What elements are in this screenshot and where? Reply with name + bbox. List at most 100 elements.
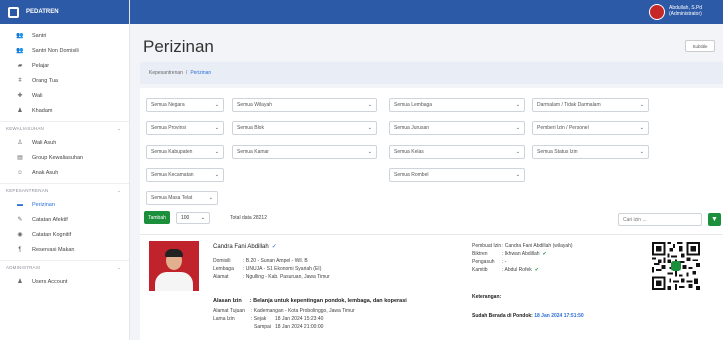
perizinan-card[interactable]: Candra Fani Abdillah ✓ Domisili: B.20 - S… [140, 234, 723, 340]
sidebar-item-pelajar[interactable]: ▰ Pelajar [0, 58, 129, 73]
filter-icon[interactable]: ▼ [708, 213, 721, 226]
sidebar-item-group-kewaliasuhan[interactable]: ▤ Group Kewaliasuhan [0, 150, 129, 165]
filter-rombel-select[interactable]: Semua Rombel ⌄ [389, 168, 525, 182]
breadcrumb-separator: / [185, 70, 188, 76]
sidebar-item-label: Group Kewaliasuhan [32, 154, 84, 161]
select-value: Semua Kelas [394, 149, 424, 155]
chevron-down-icon: ⌄ [515, 172, 520, 178]
value: 18 Jan 2024 15:23:40 [275, 316, 324, 322]
filter-kecamatan-select[interactable]: Semua Kecamatan ⌄ [146, 168, 224, 182]
student-name[interactable]: Candra Fani Abdillah ✓ [213, 243, 277, 250]
filter-kamar-select[interactable]: Semua Kamar ⌄ [232, 145, 377, 159]
breadcrumb-current: Perizinan [190, 70, 212, 76]
select-value: Semua Wilayah [237, 102, 273, 108]
sidebar-item-anak-asuh[interactable]: ☺ Anak Asuh [0, 165, 129, 180]
child-icon: ☺ [16, 169, 24, 176]
sidebar-section-kepesantrenan[interactable]: KEPESANTRENAN ⌄ [0, 183, 129, 197]
chevron-down-icon: ⌄ [639, 149, 644, 155]
filter-negara-select[interactable]: Semua Negara ⌄ [146, 98, 224, 112]
filter-blok-select[interactable]: Semua Blok ⌄ [232, 121, 377, 135]
filter-jurusan-select[interactable]: Semua Jurusan ⌄ [389, 121, 525, 135]
tujuan-row: Alamat Tujuan: Kademangan - Kota Proboli… [213, 308, 355, 314]
user-menu[interactable]: Abdullah, S.Pd (Administrator) [669, 5, 717, 17]
chevron-down-icon: ⌄ [214, 172, 219, 178]
sidebar-item-users-account[interactable]: ♟ Users Account [0, 274, 129, 289]
sudah-di-pondok: Sudah Berada di Pondok: 18 Jan 2024 17:5… [472, 313, 584, 319]
select-value: Semua Kamar [237, 149, 269, 155]
label: Alamat Tujuan [213, 308, 245, 314]
graduation-icon: ▰ [17, 63, 23, 69]
select-value: Semua Kecamatan [151, 172, 194, 178]
subtitle-button[interactable]: Subtitle [685, 40, 715, 52]
sidebar-item-catatan-afektif[interactable]: ✎ Catatan Afektif [0, 212, 129, 227]
chevron-down-icon: ⌄ [515, 149, 520, 155]
filter-panel: Semua Negara ⌄ Semua Wilayah ⌄ Semua Lemba… [140, 88, 723, 208]
sidebar-item-perizinan[interactable]: ▬ Perizinan [0, 197, 129, 212]
select-value: Semua Provinsi [151, 125, 187, 131]
qr-code[interactable] [652, 242, 700, 290]
biktren-row: Biktren: Ikhwan Abdillah ✔ [472, 251, 547, 257]
label: Biktren [472, 251, 488, 257]
sidebar-section-kewaliasuhan[interactable]: KEWALIASUHAN ⌄ [0, 121, 129, 135]
filter-status-izin-select[interactable]: Semua Status Izin ⌄ [532, 145, 649, 159]
select-value: Darmalam / Tidak Darmalam [537, 102, 601, 108]
chevron-down-icon: ⌄ [117, 187, 121, 193]
select-value: Semua Negara [151, 102, 185, 108]
filter-kelas-select[interactable]: Semua Kelas ⌄ [389, 145, 525, 159]
alasan-row: Alasan Izin: Belanja untuk kepentingan p… [213, 298, 415, 304]
value: : Candra Fani Abdillah (wilayah) [502, 243, 573, 249]
chevron-down-icon: ⌄ [214, 102, 219, 108]
per-page-select[interactable]: 100 ⌄ [176, 212, 210, 224]
sidebar-item-wali-asuh[interactable]: ♙ Wali Asuh [0, 135, 129, 150]
brand[interactable]: PEDATREN [0, 0, 129, 24]
utensils-icon: ¶ [18, 246, 22, 253]
sidebar-item-label: Santri Non Domisili [32, 47, 79, 54]
filter-provinsi-select[interactable]: Semua Provinsi ⌄ [146, 121, 224, 135]
chevron-down-icon: ⌄ [639, 102, 644, 108]
sidebar-section-administrasi[interactable]: ADMINISTRASI ⌄ [0, 260, 129, 274]
select-value: Semua Lembaga [394, 102, 433, 108]
sidebar-item-wali[interactable]: ✚ Wali [0, 88, 129, 103]
breadcrumb: Kepesantrenan / Perizinan [140, 62, 723, 84]
label: Kamtib [472, 267, 488, 273]
alamat-row: Alamat: Ngulling - Kab. Pasuruan, Jawa T… [213, 274, 330, 280]
value: : Ngulling - Kab. Pasuruan, Jawa Timur [243, 274, 330, 280]
filter-kabupaten-select[interactable]: Semua Kabupaten ⌄ [146, 145, 224, 159]
add-button[interactable]: Tambah [144, 211, 170, 224]
student-photo [149, 241, 199, 291]
sidebar-item-khadam[interactable]: ♟ Khadam [0, 103, 129, 118]
app-name: PEDATREN [26, 9, 59, 15]
label: Pengasuh [472, 259, 495, 265]
pembuat-row: Pembuat Izin: Candra Fani Abdillah (wila… [472, 243, 573, 249]
avatar[interactable] [649, 4, 665, 20]
chevron-down-icon: ⌄ [117, 264, 121, 270]
user-icon: ♟ [17, 108, 23, 114]
breadcrumb-parent[interactable]: Kepesantrenan [149, 70, 183, 76]
sidebar-item-santri-non-domisili[interactable]: 👥 Santri Non Domisili [0, 43, 129, 58]
verified-icon: ✓ [271, 244, 277, 250]
sidebar-item-label: Orang Tua [32, 77, 58, 84]
keterangan-label: Keterangan: [472, 294, 502, 300]
users-icon: 👥 [16, 33, 24, 39]
value: : Abdul Rofek [502, 267, 532, 273]
lembaga-row: Lembaga: UNUJA - S1 Ekonomi Syariah (EI) [213, 266, 321, 272]
sidebar-item-orang-tua[interactable]: ǂ Orang Tua [0, 73, 129, 88]
filter-masa-telat-select[interactable]: Semua Masa Telat ⌄ [146, 191, 218, 205]
sidebar-item-catatan-kognitif[interactable]: ◉ Catatan Kognitif [0, 227, 129, 242]
search-input[interactable] [618, 213, 702, 226]
sidebar-item-label: Catatan Afektif [32, 216, 68, 223]
select-value: Pemberi Izin / Personel [537, 125, 589, 131]
sidebar-item-label: Catatan Kognitif [32, 231, 72, 238]
filter-darmalam-select[interactable]: Darmalam / Tidak Darmalam ⌄ [532, 98, 649, 112]
filter-wilayah-select[interactable]: Semua Wilayah ⌄ [232, 98, 377, 112]
chevron-down-icon: ⌄ [117, 125, 121, 131]
filter-pemberi-izin-select[interactable]: Pemberi Izin / Personel ⌄ [532, 121, 649, 135]
page-title: Perizinan [143, 37, 214, 56]
chevron-down-icon: ⌄ [367, 149, 372, 155]
sidebar-item-santri[interactable]: 👥 Santri [0, 28, 129, 43]
chevron-down-icon: ⌄ [200, 215, 205, 221]
label: Alasan Izin [213, 298, 242, 304]
parents-icon: ǂ [18, 77, 22, 84]
filter-lembaga-select[interactable]: Semua Lembaga ⌄ [389, 98, 525, 112]
sidebar-item-reservasi-makan[interactable]: ¶ Reservasi Makan [0, 242, 129, 257]
